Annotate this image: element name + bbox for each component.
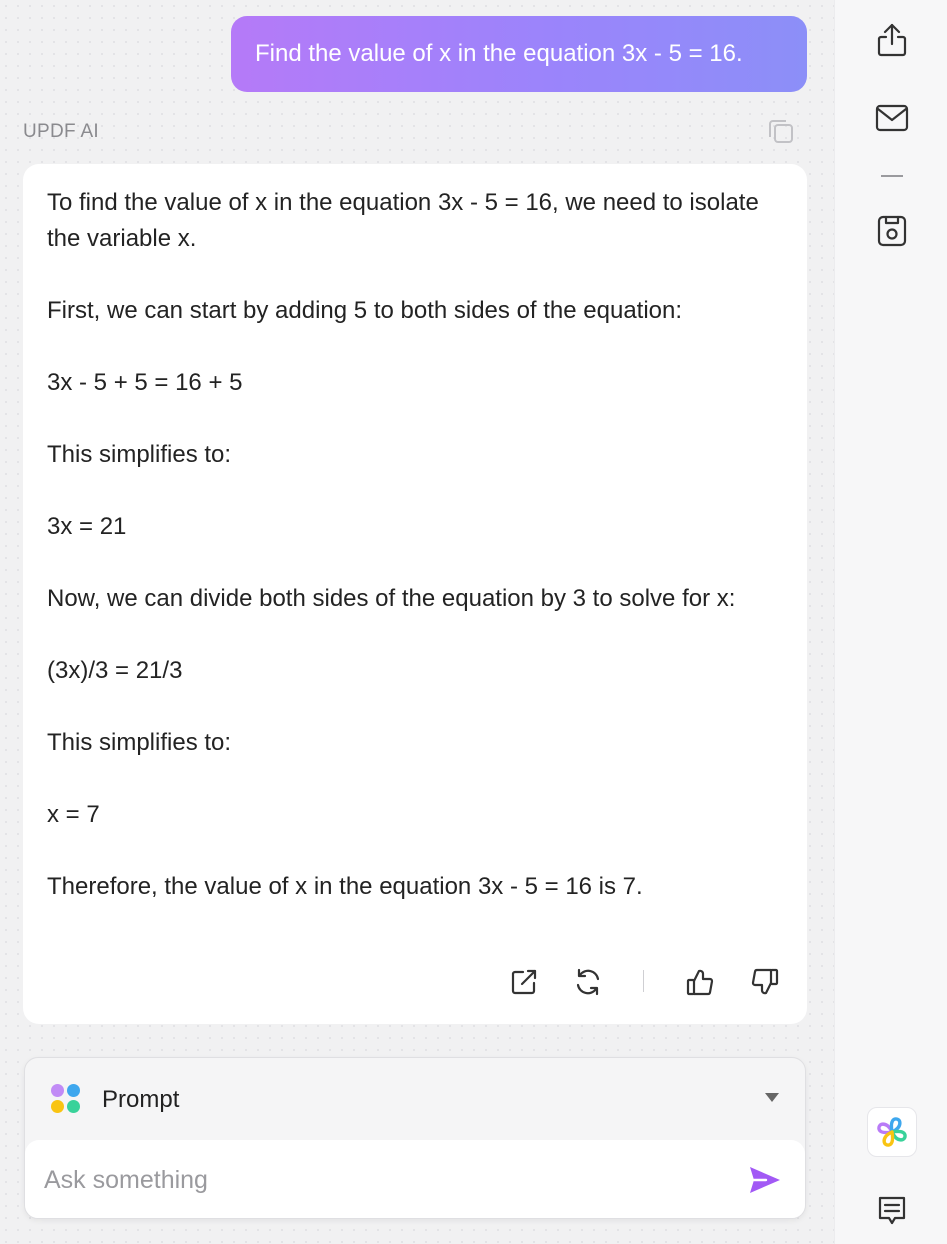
regenerate-icon [576,968,600,996]
answer-text: To find the value of x in the equation 3… [47,185,787,905]
email-button[interactable] [873,99,911,137]
updf-ai-logo-icon [877,1117,907,1147]
comment-button[interactable] [873,1192,911,1230]
chat-input-panel: Prompt [24,1057,806,1219]
prompt-label: Prompt [102,1086,180,1113]
prompt-icon [51,1084,81,1114]
thumbs-up-icon [686,969,714,996]
ask-input[interactable] [44,1160,734,1200]
send-button[interactable] [747,1162,783,1198]
answer-paragraph: 3x = 21 [47,513,127,540]
chat-area: Find the value of x in the equation 3x -… [0,0,834,1244]
answer-paragraph: This simplifies to: [47,729,232,756]
thumbs-down-icon [751,968,779,995]
prompt-selector[interactable]: Prompt [25,1058,805,1140]
answer-paragraph: (3x)/3 = 21/3 [47,657,183,684]
share-icon [877,23,907,57]
thumbs-down-button[interactable] [745,962,785,1002]
right-toolbar [834,0,947,1244]
copy-icon [769,120,793,143]
open-external-button[interactable] [504,962,544,1002]
email-icon [875,104,909,132]
thumbs-up-button[interactable] [680,962,720,1002]
minimize-icon[interactable] [881,175,903,177]
action-divider [643,970,644,992]
chevron-down-icon [765,1093,779,1102]
user-message-text: Find the value of x in the equation 3x -… [255,40,743,67]
open-external-icon [511,969,537,995]
answer-paragraph: To find the value of x in the equation 3… [47,189,759,252]
answer-paragraph: x = 7 [47,801,100,828]
answer-paragraph: Therefore, the value of x in the equatio… [47,873,643,900]
answer-paragraph: Now, we can divide both sides of the equ… [47,585,736,612]
answer-paragraph: This simplifies to: [47,441,232,468]
user-message-bubble: Find the value of x in the equation 3x -… [231,16,807,92]
save-button[interactable] [873,212,911,250]
answer-action-bar [23,962,807,1002]
assistant-answer-card: To find the value of x in the equation 3… [23,164,807,1024]
ask-box [25,1140,805,1218]
copy-button[interactable] [764,114,798,148]
answer-paragraph: 3x - 5 + 5 = 16 + 5 [47,369,243,396]
regenerate-button[interactable] [568,962,608,1002]
share-button[interactable] [873,21,911,59]
comment-icon [878,1196,906,1225]
send-icon [750,1167,780,1193]
assistant-name-label: UPDF AI [23,121,100,142]
save-icon [877,215,907,247]
answer-paragraph: First, we can start by adding 5 to both … [47,297,683,324]
updf-ai-logo-button[interactable] [867,1107,917,1157]
